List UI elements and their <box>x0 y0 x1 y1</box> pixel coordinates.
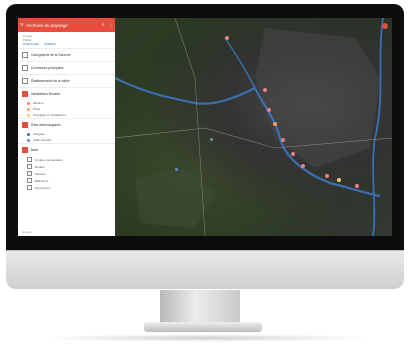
sublayer-item[interactable]: Routes <box>18 163 115 170</box>
river-branch <box>224 37 256 89</box>
monitor-chin <box>6 250 404 289</box>
map-marker[interactable] <box>325 174 329 178</box>
map-marker[interactable] <box>273 122 277 126</box>
map-overlay <box>114 18 392 236</box>
layer-label: Installations fluviales <box>31 92 61 96</box>
menu-icon[interactable]: ≡ <box>18 22 26 28</box>
marker-icon <box>27 101 30 105</box>
layer-checkbox[interactable] <box>22 65 28 71</box>
layer-checkbox[interactable] <box>22 52 28 58</box>
marker-icon <box>27 107 30 111</box>
sublayer-label: Moulins <box>33 101 44 105</box>
screen: ≡ Archives du paysage ⌕ ⋮ 0 vues Publié … <box>18 18 392 236</box>
share-button[interactable]: PARTAGER <box>23 42 39 46</box>
field-area <box>135 168 215 228</box>
search-icon[interactable]: ⌕ <box>99 22 107 28</box>
layer-checkbox[interactable] <box>22 122 28 128</box>
map-title[interactable]: Archives du paysage <box>26 23 99 28</box>
map-marker[interactable] <box>337 178 341 182</box>
map-marker[interactable] <box>355 184 359 188</box>
layer-label: Communes principales <box>31 66 64 70</box>
urban-area <box>255 28 380 168</box>
marker-icon <box>27 138 30 142</box>
sublayer-checkbox[interactable] <box>27 164 32 169</box>
sublayer-item[interactable]: Bâtiments <box>18 177 115 184</box>
google-attribution: Google <box>22 230 32 234</box>
monitor-stand-base <box>144 322 262 332</box>
sublayer-item[interactable]: Toponymes <box>18 184 115 191</box>
map-marker[interactable] <box>263 88 267 92</box>
map-meta: 0 vues Publié PARTAGER APERÇU <box>18 32 115 48</box>
sublayer-checkbox[interactable] <box>27 171 32 176</box>
layer-label: Cartographie de la Garonne <box>31 53 71 57</box>
monitor-bezel: ≡ Archives du paysage ⌕ ⋮ 0 vues Publié … <box>6 4 404 250</box>
sublayer-label: Antiques <box>33 132 45 136</box>
sublayer-checkbox[interactable] <box>27 185 32 190</box>
app-bar: ≡ Archives du paysage ⌕ ⋮ <box>18 18 115 32</box>
sublayer-checkbox[interactable] <box>27 178 32 183</box>
sublayer-item[interactable]: Limites communales <box>18 156 115 163</box>
layer-row[interactable]: Communes principales <box>18 61 115 74</box>
sublayer-label: Toponymes <box>35 185 51 190</box>
map-marker[interactable] <box>301 164 305 168</box>
layer-checkbox[interactable] <box>22 78 28 84</box>
monitor: ≡ Archives du paysage ⌕ ⋮ 0 vues Publié … <box>6 4 404 294</box>
layers-panel: ≡ Archives du paysage ⌕ ⋮ 0 vues Publié … <box>18 18 115 236</box>
map-marker[interactable] <box>291 152 295 156</box>
satellite-map[interactable] <box>114 18 392 236</box>
layer-row[interactable]: Installations fluviales <box>18 87 115 100</box>
marker-icon <box>27 132 30 136</box>
sublayer-checkbox[interactable] <box>27 157 32 162</box>
sublayer-label: Limites communales <box>35 157 63 162</box>
more-vert-icon[interactable]: ⋮ <box>107 22 115 28</box>
layer-checkbox[interactable] <box>22 91 28 97</box>
sublayer-label: Routes <box>35 164 45 169</box>
sublayer-item[interactable]: Fleuves <box>18 170 115 177</box>
layer-row[interactable]: Cartographie de la Garonne <box>18 48 115 61</box>
monitor-shadow <box>40 334 370 342</box>
river-line-east <box>372 18 384 236</box>
preview-button[interactable]: APERÇU <box>44 42 57 46</box>
marker-icon <box>27 113 30 117</box>
layer-label: Établissements de la vallée <box>31 79 70 83</box>
map-marker[interactable] <box>225 36 229 40</box>
layer-row[interactable]: Sites archéologiques <box>18 118 115 131</box>
layer-label: Sites archéologiques <box>31 123 61 127</box>
layer-label: Base <box>31 148 39 152</box>
layer-checkbox[interactable] <box>22 147 28 153</box>
map-marker[interactable] <box>281 138 285 142</box>
sublayer-label: Gallo-romains <box>33 138 52 142</box>
sublayer-label: Ports <box>33 107 41 111</box>
layer-row[interactable]: Établissements de la vallée <box>18 74 115 87</box>
map-marker[interactable] <box>267 108 271 112</box>
sublayer-label: Fleuves <box>35 171 46 176</box>
layer-row[interactable]: Base <box>18 143 115 156</box>
map-marker[interactable] <box>175 168 178 171</box>
sublayer-label: Bâtiments <box>35 178 49 183</box>
sublayer-label: Ouvrages et installations <box>33 113 66 117</box>
map-marker[interactable] <box>210 138 213 141</box>
map-fab-button[interactable] <box>382 23 388 29</box>
